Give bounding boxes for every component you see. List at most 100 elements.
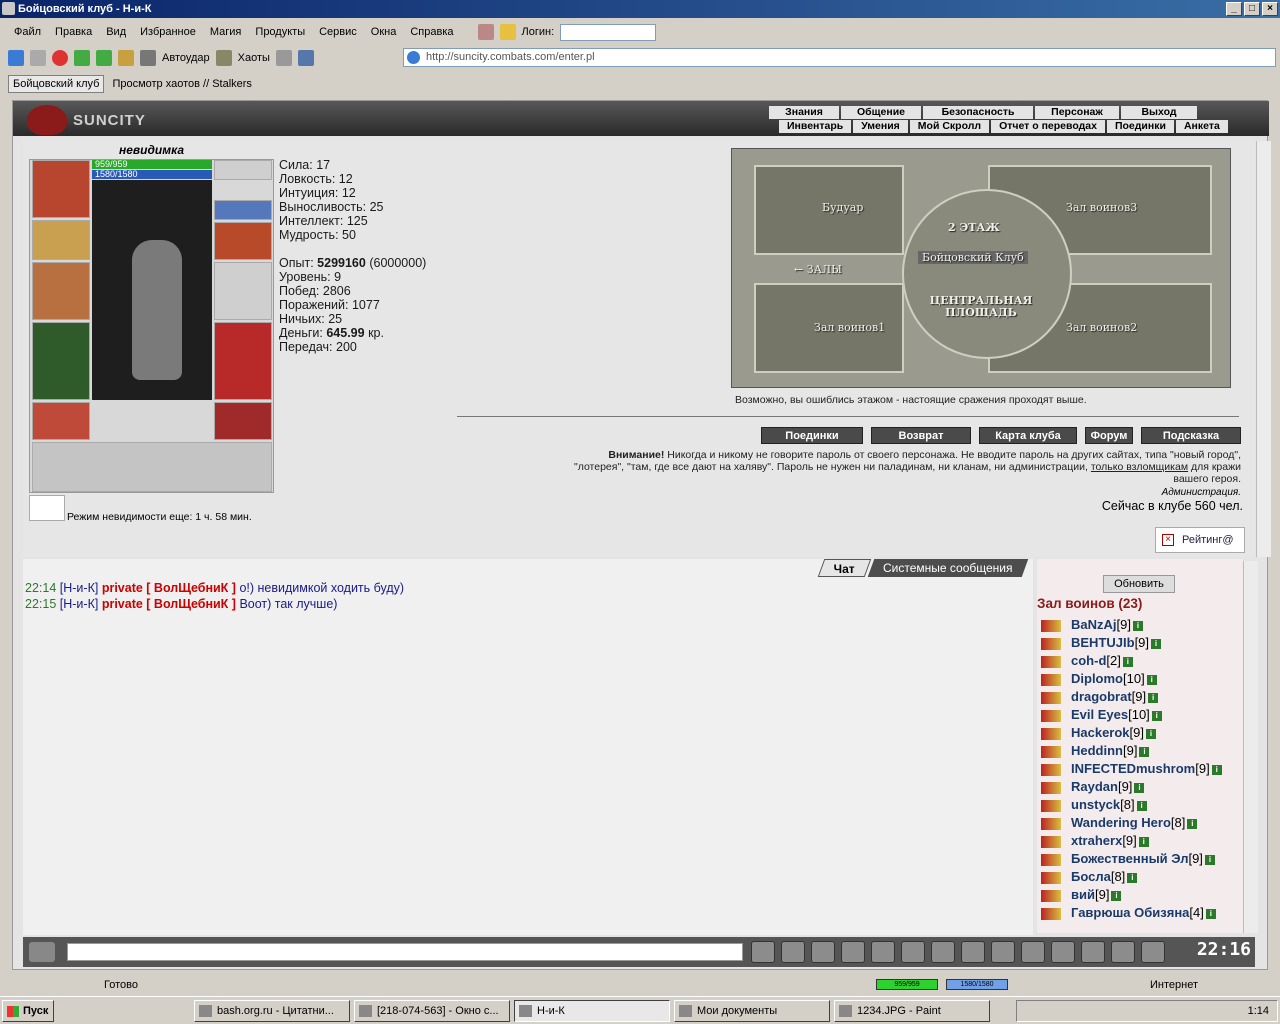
earring-slot[interactable] [214, 160, 272, 180]
clan-icon[interactable] [991, 941, 1015, 963]
tab-chaots[interactable]: Просмотр хаотов // Stalkers [108, 76, 256, 92]
chat-input[interactable] [67, 943, 743, 961]
nav-exit[interactable]: Выход [1121, 106, 1197, 119]
music-icon[interactable] [931, 941, 955, 963]
forward-icon[interactable] [30, 50, 46, 66]
user-row[interactable]: Гаврюша Обизяна[4] i [1041, 904, 1216, 922]
user-row[interactable]: xtraherx[9] i [1041, 832, 1149, 850]
pants-slot[interactable] [214, 322, 272, 400]
thieves-link[interactable]: только взломщикам [1091, 461, 1188, 473]
forum-button[interactable]: Форум [1085, 427, 1133, 444]
user-name[interactable]: Босла [1071, 869, 1111, 884]
info-icon[interactable]: i [1211, 764, 1222, 775]
info-icon[interactable]: i [1146, 674, 1157, 685]
system-icon[interactable] [841, 941, 865, 963]
info-icon[interactable]: i [1187, 818, 1198, 829]
exit-icon[interactable] [1141, 941, 1165, 963]
top-scrollbar[interactable] [1256, 141, 1271, 557]
nav-communication[interactable]: Общение [841, 106, 921, 119]
info-icon[interactable]: i [1138, 836, 1149, 847]
user-name[interactable]: вий [1071, 887, 1095, 902]
info-icon[interactable]: i [1111, 890, 1122, 901]
user-name[interactable]: Raydan [1071, 779, 1118, 794]
maximize-button[interactable]: □ [1244, 2, 1260, 16]
info-icon[interactable]: i [1205, 908, 1216, 919]
info-icon[interactable]: i [1139, 746, 1150, 757]
nav-inventory[interactable]: Инвентарь [779, 120, 852, 133]
user-name[interactable]: dragobrat [1071, 689, 1132, 704]
info-icon[interactable]: i [1136, 800, 1147, 811]
bracers-slot[interactable] [32, 220, 90, 260]
menu-help[interactable]: Справка [410, 26, 453, 38]
nav-security[interactable]: Безопасность [923, 106, 1033, 119]
filter-icon[interactable] [297, 50, 314, 66]
user-row[interactable]: вий[9] i [1041, 886, 1122, 904]
refresh-icon[interactable] [74, 50, 90, 66]
refresh-button[interactable]: Обновить [1103, 575, 1175, 593]
nav-knowledge[interactable]: Знания [769, 106, 839, 119]
close-button[interactable]: × [1262, 2, 1278, 16]
armor-slot[interactable] [32, 322, 90, 400]
boots-slot[interactable] [214, 402, 272, 440]
user-name[interactable]: Diplomo [1071, 671, 1123, 686]
info-icon[interactable]: i [1146, 728, 1157, 739]
hint-button[interactable]: Подсказка [1141, 427, 1241, 444]
start-button[interactable]: Пуск [2, 1000, 54, 1022]
user-name[interactable]: Божественный Эл [1071, 851, 1188, 866]
user-row[interactable]: INFECTEDmushrom[9] i [1041, 760, 1222, 778]
shield-slot[interactable] [214, 262, 272, 320]
weapon-slot[interactable] [32, 262, 90, 320]
task-paint[interactable]: 1234.JPG - Paint [834, 1000, 990, 1022]
user-name[interactable]: BaNzAj [1071, 617, 1117, 632]
label-halls[interactable]: ← ЗАЛЫ [794, 263, 842, 276]
info-icon[interactable]: i [1122, 656, 1133, 667]
nav-myscroll[interactable]: Мой Скролл [909, 120, 990, 133]
user-row[interactable]: Heddinn[9] i [1041, 742, 1150, 760]
user-name[interactable]: Evil Eyes [1071, 707, 1128, 722]
user-name[interactable]: BEHTUJIb [1071, 635, 1135, 650]
menu-products[interactable]: Продукты [255, 26, 305, 38]
task-nik[interactable]: Н-и-К [514, 1000, 670, 1022]
user-row[interactable]: Diplomo[10] i [1041, 670, 1157, 688]
belt-slot[interactable] [32, 402, 90, 440]
menu-edit[interactable]: Правка [55, 26, 92, 38]
user-row[interactable]: Божественный Эл[9] i [1041, 850, 1215, 868]
potion-icon[interactable] [1021, 941, 1045, 963]
info-icon[interactable]: i [1204, 854, 1215, 865]
rating-widget[interactable]: × Рейтинг@ [1155, 527, 1245, 553]
user-row[interactable]: Raydan[9] i [1041, 778, 1145, 796]
coin-icon[interactable] [499, 24, 516, 40]
menu-service[interactable]: Сервис [319, 26, 357, 38]
menu-favorites[interactable]: Избранное [140, 26, 196, 38]
sound-icon[interactable] [275, 50, 292, 66]
user-row[interactable]: Wandering Hero[8] i [1041, 814, 1198, 832]
helmet-icon[interactable] [1081, 941, 1105, 963]
club-map-button[interactable]: Карта клуба [979, 427, 1077, 444]
chaots-button[interactable]: Хаоты [238, 52, 270, 64]
chat-avatar-icon[interactable] [29, 942, 55, 962]
nav-transfers[interactable]: Отчет о переводах [991, 120, 1105, 133]
label-club[interactable]: Бойцовский Клуб [918, 251, 1028, 264]
menu-windows[interactable]: Окна [371, 26, 397, 38]
nav-character[interactable]: Персонаж [1035, 106, 1119, 119]
tools-icon[interactable] [140, 50, 156, 66]
user-name[interactable]: Hackerok [1071, 725, 1130, 740]
user-row[interactable]: coh-d[2] i [1041, 652, 1133, 670]
scroll-icon[interactable] [1051, 941, 1075, 963]
user-row[interactable]: BEHTUJIb[9] i [1041, 634, 1162, 652]
login-select[interactable] [560, 23, 657, 41]
clear-icon[interactable] [781, 941, 805, 963]
scroll-slots[interactable] [32, 442, 272, 492]
user-name[interactable]: Wandering Hero [1071, 815, 1171, 830]
info-icon[interactable]: i [1134, 782, 1145, 793]
info-icon[interactable]: i [1132, 620, 1143, 631]
helmet-slot[interactable] [32, 160, 90, 218]
menu-view[interactable]: Вид [106, 26, 126, 38]
tab-fightclub[interactable]: Бойцовский клуб [8, 75, 105, 93]
lock-icon[interactable] [1111, 941, 1135, 963]
tab-system[interactable]: Системные сообщения [868, 559, 1029, 577]
info-icon[interactable]: i [1148, 692, 1159, 703]
user-name[interactable]: Heddinn [1071, 743, 1123, 758]
gloves-slot[interactable] [214, 222, 272, 260]
translit-icon[interactable] [901, 941, 925, 963]
